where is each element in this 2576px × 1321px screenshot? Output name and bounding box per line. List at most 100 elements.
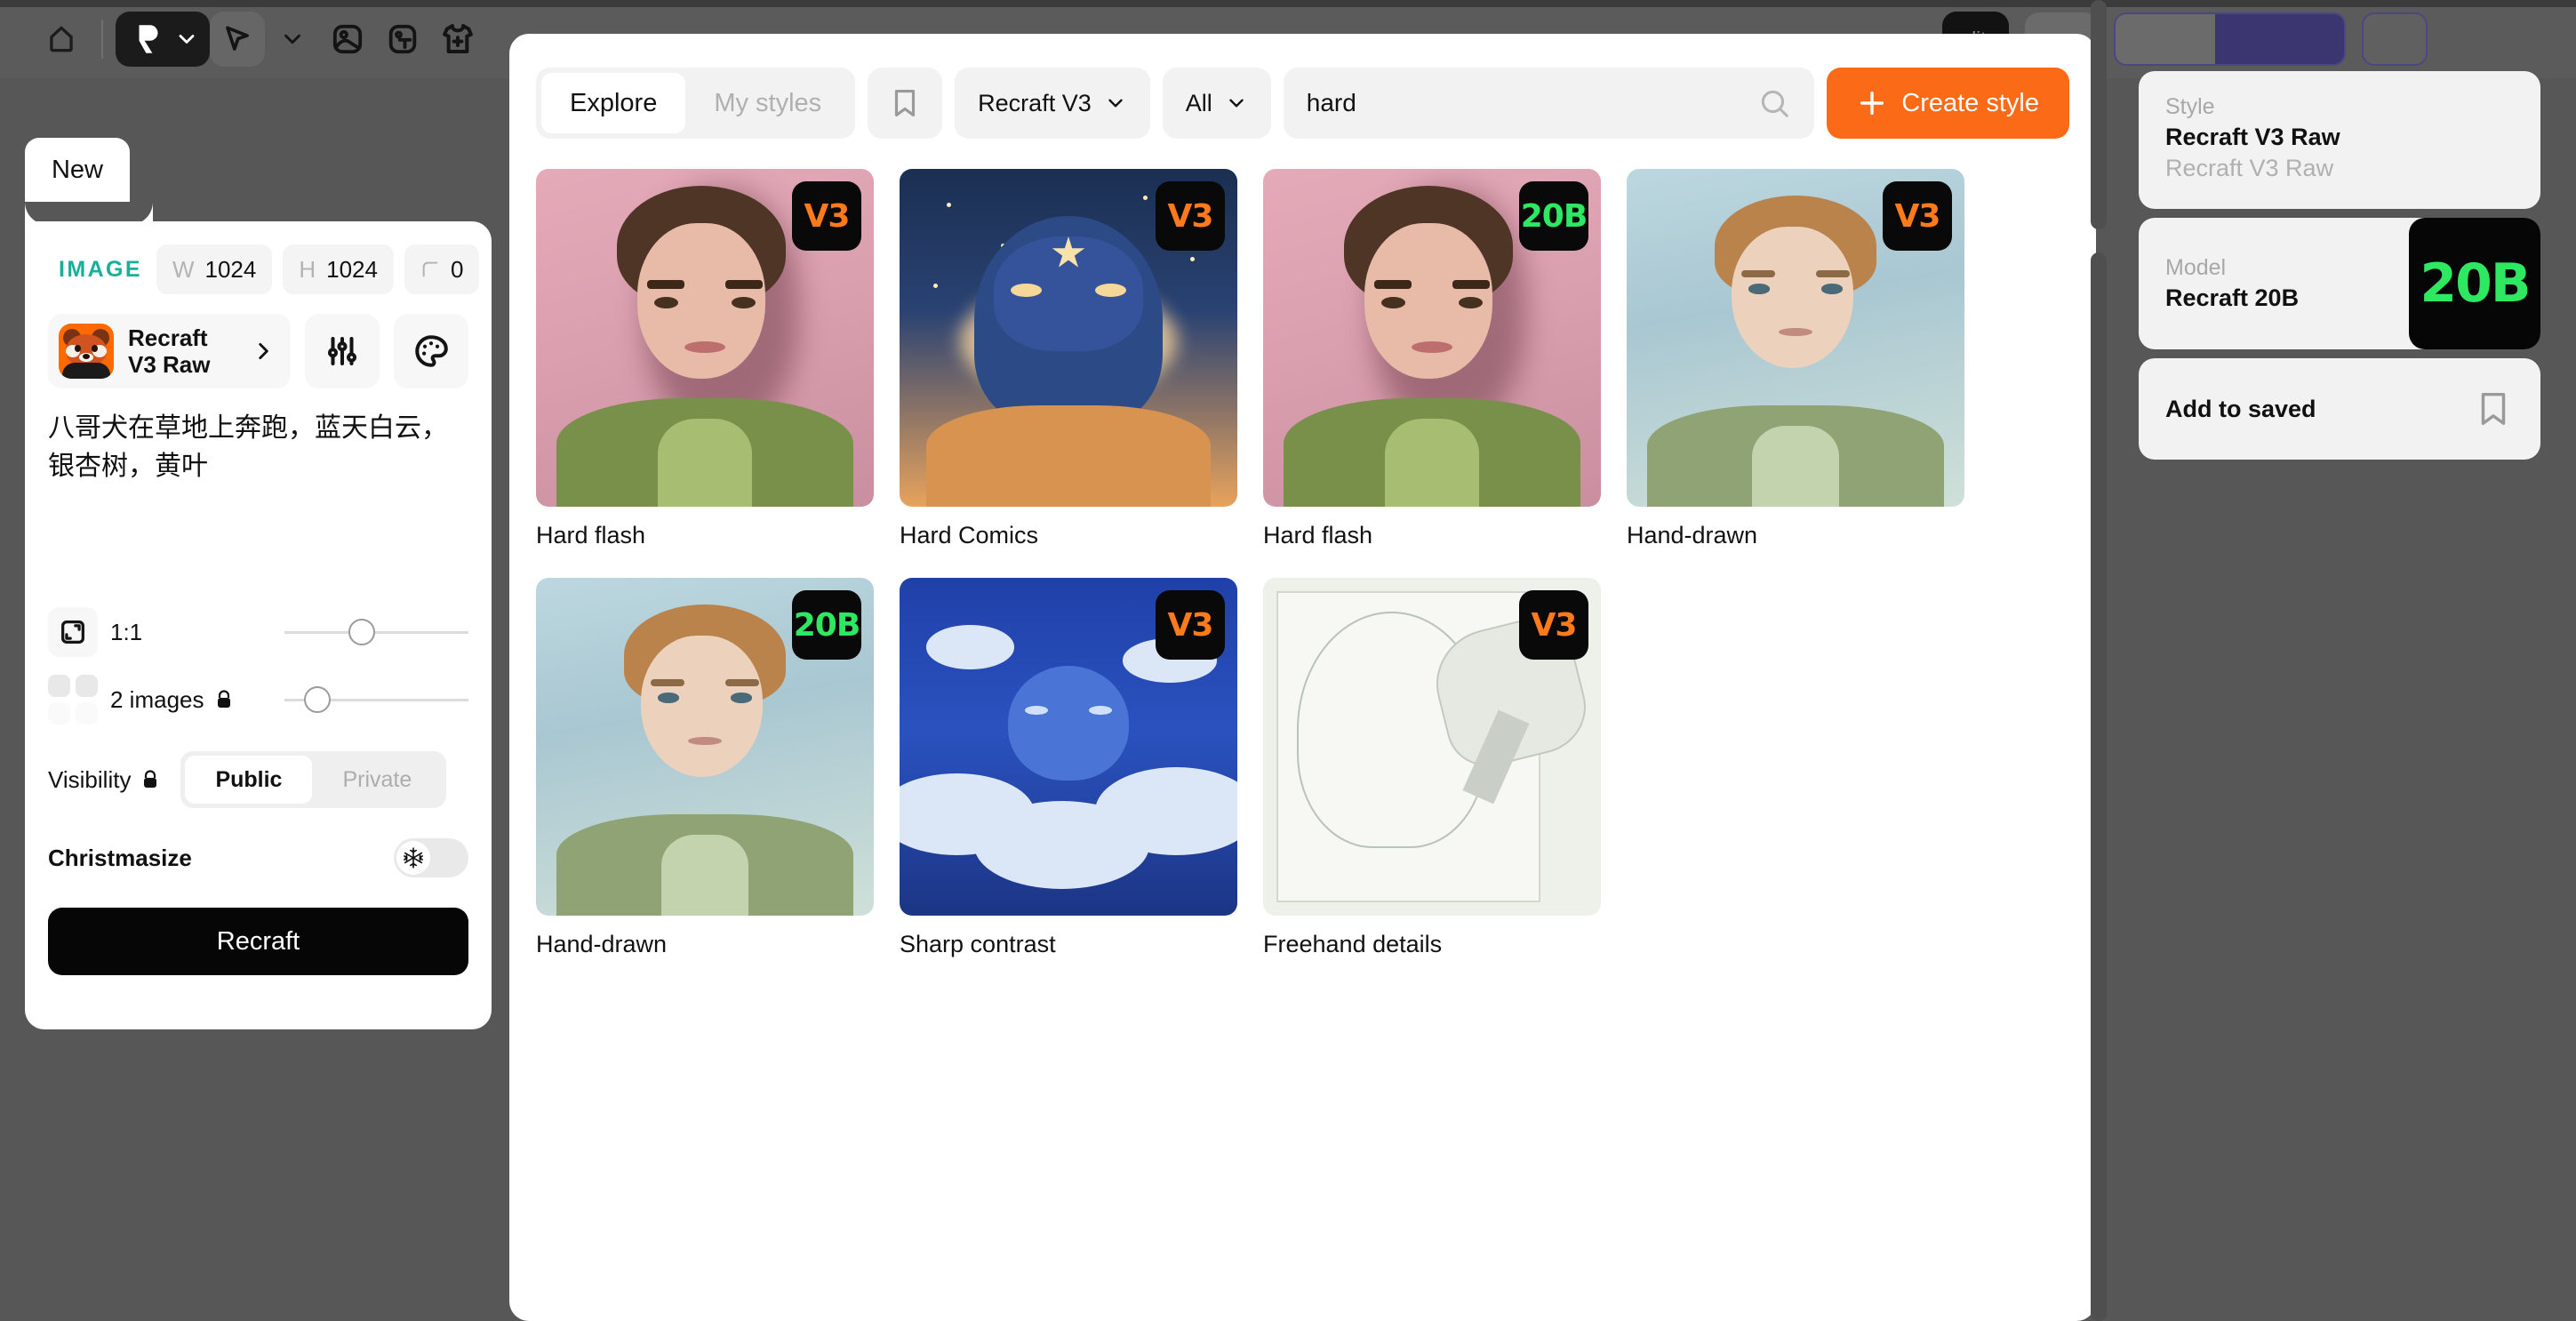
- plus-icon: [1860, 91, 1884, 116]
- style-thumbnail: V3: [900, 169, 1237, 507]
- style-thumbnail: V3: [900, 578, 1237, 916]
- model-value: Recraft 20B: [2165, 284, 2300, 311]
- model-info-card[interactable]: Model Recraft 20B 20B: [2139, 218, 2540, 349]
- app-root: dit New IMAGE W 1024 H 1024: [0, 0, 2576, 1321]
- style-key: Style: [2165, 94, 2215, 119]
- height-key: H: [299, 255, 316, 283]
- width-value: 1024: [204, 255, 257, 283]
- toolbar-outline-button[interactable]: [2362, 12, 2428, 66]
- toolbar-split-button[interactable]: [2114, 12, 2347, 66]
- style-info-card[interactable]: Style Recraft V3 Raw Recraft V3 Raw: [2139, 71, 2540, 209]
- sliders-icon[interactable]: [305, 314, 380, 388]
- create-style-button[interactable]: Create style: [1827, 68, 2069, 139]
- palette-icon[interactable]: [394, 314, 468, 388]
- snowflake-icon: [396, 841, 430, 875]
- bookmark-icon: [2481, 392, 2506, 426]
- model-selector-button[interactable]: Recraft V3 Raw: [48, 314, 291, 388]
- recraft-panda-avatar: [59, 324, 114, 379]
- model-name: Recraft V3 Raw: [128, 324, 237, 378]
- style-grid: V3 Hard flash V3 Hard Comics 20B Hard fl…: [509, 139, 2096, 958]
- chevron-down-icon: [1229, 99, 1244, 108]
- height-value: 1024: [326, 255, 378, 283]
- style-browser-header: Explore My styles Recraft V3 All hard Cr…: [509, 34, 2096, 139]
- home-icon[interactable]: [34, 12, 89, 67]
- generation-panel: IMAGE W 1024 H 1024 0 Recraft V3 Raw 八哥犬…: [25, 221, 492, 1029]
- style-card[interactable]: V3 Sharp contrast: [900, 578, 1237, 958]
- generate-button[interactable]: Recraft: [48, 908, 468, 975]
- style-thumbnail: V3: [1627, 169, 1964, 507]
- new-tab[interactable]: New: [25, 138, 130, 202]
- visibility-option-public[interactable]: Public: [185, 756, 313, 804]
- corner-radius-icon: [422, 261, 438, 277]
- model-badge: V3: [1883, 181, 1952, 251]
- search-input[interactable]: hard: [1283, 68, 1815, 139]
- create-style-label: Create style: [1901, 88, 2039, 117]
- recraft-logo-icon[interactable]: [116, 12, 210, 67]
- model-badge: 20B: [1519, 181, 1588, 251]
- chevron-right-icon: [259, 343, 268, 359]
- model-badge: 20B: [792, 590, 861, 660]
- tab-my-styles[interactable]: My styles: [685, 73, 850, 133]
- width-field[interactable]: W 1024: [156, 244, 273, 294]
- style-name: Hard flash: [1263, 522, 1373, 548]
- style-card[interactable]: 20B Hard flash: [1263, 169, 1601, 549]
- model-filter-dropdown[interactable]: Recraft V3: [955, 68, 1150, 139]
- visibility-text: Visibility: [48, 765, 132, 793]
- style-name: Hand-drawn: [536, 931, 668, 957]
- image-count-label: 2 images: [110, 686, 284, 714]
- bookmark-icon: [895, 89, 916, 117]
- model-name-line1: Recraft: [128, 324, 208, 351]
- model-row: Recraft V3 Raw: [48, 314, 468, 388]
- category-filter-dropdown[interactable]: All: [1162, 68, 1271, 139]
- style-detail-sidebar: Style Recraft V3 Raw Recraft V3 Raw Mode…: [2139, 71, 2540, 468]
- model-badge: V3: [1519, 590, 1588, 660]
- image-count-text: 2 images: [110, 685, 204, 713]
- image-settings-row: IMAGE W 1024 H 1024 0: [48, 244, 480, 294]
- height-field[interactable]: H 1024: [283, 244, 394, 294]
- modal-scrollbar-top[interactable]: [2091, 0, 2107, 229]
- modal-scrollbar-bottom[interactable]: [2091, 252, 2107, 1321]
- style-thumbnail: 20B: [1263, 169, 1601, 507]
- style-name: Hand-drawn: [1627, 522, 1758, 548]
- christmasize-label: Christmasize: [48, 844, 192, 871]
- add-to-saved-button[interactable]: Add to saved: [2139, 358, 2540, 460]
- bookmark-filter-button[interactable]: [868, 68, 943, 139]
- model-badge: V3: [1156, 590, 1225, 660]
- style-value: Recraft V3 Raw: [2165, 124, 2340, 150]
- type-label: IMAGE: [59, 256, 142, 282]
- model-badge: V3: [1156, 181, 1225, 251]
- prompt-input[interactable]: 八哥犬在草地上奔跑，蓝天白云，银杏树，黄叶: [48, 410, 468, 596]
- style-card[interactable]: 20B Hand-drawn: [536, 578, 874, 958]
- image-tool-icon[interactable]: [320, 12, 375, 67]
- visibility-option-private[interactable]: Private: [312, 756, 442, 804]
- text-tool-icon[interactable]: [375, 12, 430, 67]
- style-card[interactable]: V3 Hard Comics: [900, 169, 1237, 549]
- visibility-segmented-control: Public Private: [180, 751, 447, 808]
- aspect-ratio-icon[interactable]: [48, 607, 98, 657]
- aspect-ratio-slider[interactable]: [284, 619, 468, 645]
- christmasize-toggle[interactable]: [394, 838, 468, 877]
- style-card[interactable]: V3 Hand-drawn: [1627, 169, 1964, 549]
- chevron-down-icon: [1108, 99, 1123, 108]
- aspect-ratio-label: 1:1: [110, 618, 143, 645]
- model-filter-label: Recraft V3: [978, 89, 1092, 116]
- corner-radius-field[interactable]: 0: [404, 244, 480, 294]
- style-card[interactable]: V3 Freehand details: [1263, 578, 1601, 958]
- cursor-select-icon[interactable]: [210, 12, 265, 67]
- aspect-ratio-row: 1:1: [48, 600, 468, 664]
- style-browser-tabs: Explore My styles: [536, 68, 856, 139]
- style-thumbnail: 20B: [536, 578, 874, 916]
- cursor-dropdown-chevron-icon[interactable]: [265, 12, 320, 67]
- style-thumbnail: V3: [536, 169, 874, 507]
- model-badge-large: 20B: [2409, 218, 2540, 349]
- tab-explore[interactable]: Explore: [541, 73, 686, 133]
- tshirt-mockup-icon[interactable]: [430, 12, 485, 67]
- image-count-grid-icon[interactable]: [48, 675, 98, 725]
- style-subtitle: Recraft V3 Raw: [2165, 155, 2334, 181]
- style-name: Sharp contrast: [900, 931, 1056, 957]
- width-key: W: [172, 255, 195, 283]
- style-name: Freehand details: [1263, 931, 1443, 957]
- image-count-slider[interactable]: [284, 686, 468, 713]
- style-browser-modal: Explore My styles Recraft V3 All hard Cr…: [509, 34, 2096, 1321]
- style-card[interactable]: V3 Hard flash: [536, 169, 874, 549]
